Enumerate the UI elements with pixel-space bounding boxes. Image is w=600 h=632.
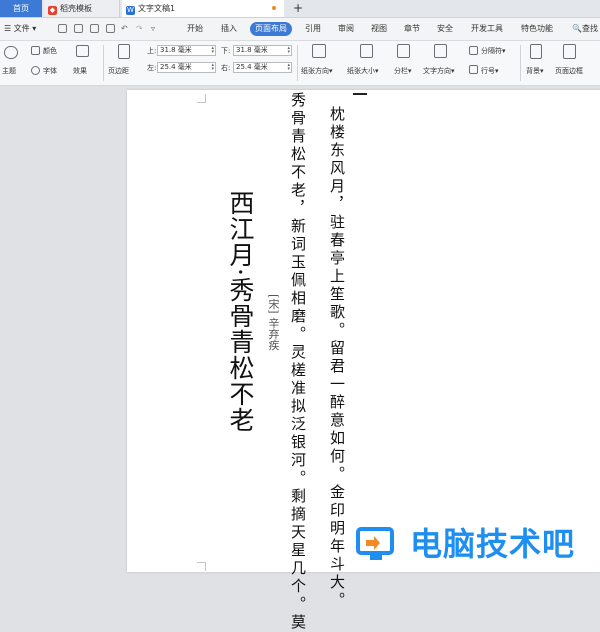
file-menu[interactable]: ☰ 文件 ▾	[4, 18, 36, 40]
paper-size-button[interactable]: 纸张大小▾	[347, 66, 379, 76]
tab-template[interactable]: ◆ 稻壳模板	[44, 0, 120, 17]
poem-line-1: 枕楼东风月，驻春亭上笙歌。留君一醉意如何。金印明年斗大。	[328, 106, 346, 610]
right-margin-value: 25.4 毫米	[236, 63, 268, 71]
export-pdf-icon[interactable]	[74, 24, 83, 33]
right-margin-label: 右:	[221, 64, 231, 72]
unsaved-dot-icon	[272, 6, 276, 10]
search-button[interactable]: 🔍查找	[572, 18, 598, 40]
background-label: 背景	[526, 67, 540, 75]
redo-icon[interactable]: ↷	[136, 18, 143, 40]
new-tab-button[interactable]: +	[293, 0, 303, 16]
search-label: 查找	[581, 24, 598, 33]
columns-icon[interactable]	[397, 44, 410, 58]
watermark-text: 电脑技术吧	[410, 525, 576, 563]
poem-title: 西江月·秀骨青松不老	[226, 190, 255, 433]
fonts-button[interactable]: 字体	[43, 66, 57, 76]
page-border-button[interactable]: 页面边框	[555, 66, 583, 76]
page-corner-mark	[197, 562, 206, 571]
line-numbers-icon[interactable]	[469, 65, 478, 74]
wps-logo-icon: ◆	[48, 6, 57, 15]
background-icon[interactable]	[530, 44, 542, 59]
bottom-margin-value: 31.8 毫米	[236, 46, 268, 54]
menu-security[interactable]: 安全	[437, 18, 453, 40]
paper-size-icon[interactable]	[360, 44, 373, 58]
theme-button[interactable]: 主题	[2, 66, 16, 76]
file-menu-label: 文件	[13, 24, 30, 33]
effects-button[interactable]: 效果	[73, 66, 87, 76]
print-icon[interactable]	[90, 24, 99, 33]
tab-template-label: 稻壳模板	[60, 4, 92, 13]
left-margin-input[interactable]: 25.4 毫米 ▴ ▾	[157, 62, 216, 73]
page-corner-mark	[197, 94, 206, 103]
background-button[interactable]: 背景▾	[526, 66, 544, 76]
save-icon[interactable]	[58, 24, 67, 33]
bottom-margin-label: 下:	[221, 47, 231, 55]
margins-icon[interactable]	[118, 44, 130, 59]
fonts-icon[interactable]	[31, 66, 40, 75]
columns-label: 分栏	[394, 67, 408, 75]
computer-monitor-icon	[356, 527, 394, 560]
top-margin-input[interactable]: 31.8 毫米 ▴ ▾	[157, 45, 216, 56]
tab-home[interactable]: 首页	[0, 0, 42, 17]
top-margin-label: 上:	[147, 47, 157, 55]
text-direction-icon[interactable]	[434, 44, 447, 58]
document-page[interactable]	[127, 90, 600, 572]
poem-line-2: 秀骨青松不老，新词玉佩相磨。灵槎准拟泛银河。剩摘天星几个。莫	[289, 92, 307, 632]
top-margin-spinner[interactable]: ▴ ▾	[211, 46, 214, 55]
menu-bar: ☰ 文件 ▾ ↶ ↷ ▿ 开始 插入 页面布局 引用 审阅 视图 章节 安全 开…	[0, 18, 600, 41]
menu-chapter[interactable]: 章节	[404, 18, 420, 40]
poem-author: [宋] 辛弃疾	[267, 294, 280, 351]
menu-references[interactable]: 引用	[305, 18, 321, 40]
separator-label: 分隔符	[481, 47, 502, 55]
print-preview-icon[interactable]	[106, 24, 115, 33]
bottom-margin-spinner[interactable]: ▴ ▾	[287, 46, 290, 55]
ribbon-separator	[520, 45, 521, 81]
effects-icon[interactable]	[76, 45, 89, 57]
paper-size-label: 纸张大小	[347, 67, 375, 75]
theme-palette-icon[interactable]	[4, 46, 18, 59]
writer-doc-icon: W	[126, 6, 135, 15]
tab-document[interactable]: W 文字文稿1	[122, 0, 284, 17]
menu-insert[interactable]: 插入	[221, 18, 237, 40]
separator-button[interactable]: 分隔符▾	[481, 46, 506, 56]
menu-view[interactable]: 视图	[371, 18, 387, 40]
text-direction-button[interactable]: 文字方向▾	[423, 66, 455, 76]
colors-button[interactable]: 颜色	[43, 46, 57, 56]
orientation-button[interactable]: 纸张方向▾	[301, 66, 333, 76]
menu-page-layout[interactable]: 页面布局	[250, 22, 292, 36]
text-cursor	[353, 93, 367, 95]
text-direction-label: 文字方向	[423, 67, 451, 75]
colors-icon[interactable]	[31, 46, 40, 55]
left-margin-spinner[interactable]: ▴ ▾	[211, 63, 214, 72]
left-margin-value: 25.4 毫米	[160, 63, 192, 71]
menu-features[interactable]: 特色功能	[521, 18, 553, 40]
undo-icon[interactable]: ↶	[121, 18, 128, 40]
top-margin-value: 31.8 毫米	[160, 46, 192, 54]
ribbon-separator	[297, 45, 298, 81]
line-numbers-button[interactable]: 行号▾	[481, 66, 499, 76]
orientation-icon[interactable]	[312, 44, 326, 58]
tab-document-label: 文字文稿1	[138, 4, 176, 13]
quick-access-dropdown-icon[interactable]: ▿	[151, 18, 155, 40]
line-numbers-label: 行号	[481, 67, 495, 75]
ribbon-separator	[103, 45, 104, 81]
right-margin-input[interactable]: 25.4 毫米 ▴ ▾	[233, 62, 292, 73]
columns-button[interactable]: 分栏▾	[394, 66, 412, 76]
orientation-label: 纸张方向	[301, 67, 329, 75]
page-layout-ribbon: 主题 颜色 字体 效果 页边距 上: 31.8 毫米 ▴ ▾ 下: 31.8 毫米 ▴…	[0, 41, 600, 86]
bottom-margin-input[interactable]: 31.8 毫米 ▴ ▾	[233, 45, 292, 56]
left-margin-label: 左:	[147, 64, 157, 72]
menu-developer[interactable]: 开发工具	[471, 18, 503, 40]
menu-review[interactable]: 审阅	[338, 18, 354, 40]
page-border-icon[interactable]	[563, 44, 576, 59]
margins-button[interactable]: 页边距	[108, 66, 129, 76]
tab-bar: 首页 ◆ 稻壳模板 W 文字文稿1 +	[0, 0, 600, 18]
right-margin-spinner[interactable]: ▴ ▾	[287, 63, 290, 72]
menu-start[interactable]: 开始	[187, 18, 203, 40]
separator-icon[interactable]	[469, 46, 478, 55]
